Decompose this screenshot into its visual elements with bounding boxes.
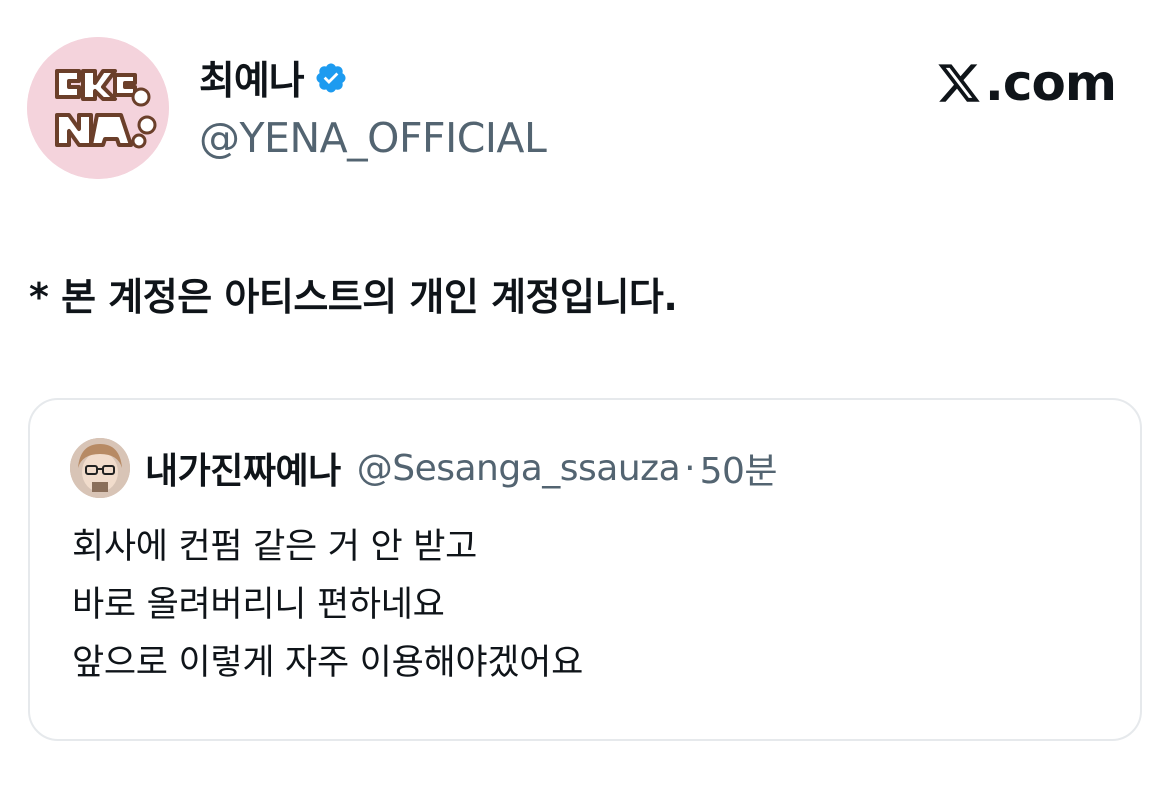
author-display-name[interactable]: 최예나 [199, 50, 305, 106]
tweet-screenshot: 최예나 @YENA_OFFICIAL .com * 본 계정은 아티스트의 개인… [0, 0, 1153, 791]
quote-body: 회사에 컨펌 같은 거 안 받고 바로 올려버리니 편하네요 앞으로 이렇게 자… [72, 518, 583, 692]
quote-avatar[interactable] [70, 438, 130, 498]
brand-domain-text: .com [984, 54, 1117, 112]
name-row: 최예나 [199, 52, 546, 104]
quote-line-3: 앞으로 이렇게 자주 이용해야겠어요 [72, 643, 583, 683]
quote-display-name[interactable]: 내가진짜예나 [145, 442, 341, 494]
profile-avatar[interactable] [27, 37, 169, 179]
author-block: 최예나 @YENA_OFFICIAL [199, 52, 547, 162]
quote-handle[interactable]: @Sesanga_ssauza [357, 448, 681, 489]
tweet-text: * 본 계정은 아티스트의 개인 계정입니다. [29, 275, 678, 319]
author-handle[interactable]: @YENA_OFFICIAL [199, 114, 547, 162]
yena-logo-icon [27, 37, 169, 179]
x-logo-icon [935, 60, 983, 106]
quote-separator: · [684, 447, 696, 489]
quote-timestamp[interactable]: 50분 [700, 442, 778, 494]
quote-line-1: 회사에 컨펌 같은 거 안 받고 [72, 527, 478, 567]
verified-badge-icon [314, 61, 348, 95]
x-brand: .com [935, 54, 1117, 112]
quote-line-2: 바로 올려버리니 편하네요 [72, 585, 445, 625]
quote-header: 내가진짜예나 @Sesanga_ssauza · 50분 [70, 438, 778, 498]
quoted-tweet-card[interactable]: 내가진짜예나 @Sesanga_ssauza · 50분 회사에 컨펌 같은 거… [28, 398, 1142, 741]
